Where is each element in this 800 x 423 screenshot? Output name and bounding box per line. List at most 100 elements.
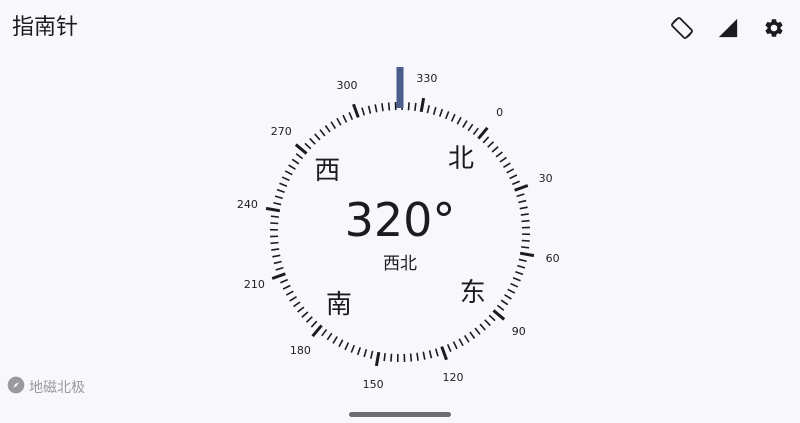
minor-tick — [518, 258, 527, 263]
minor-tick — [361, 107, 366, 116]
minor-tick — [390, 353, 393, 362]
major-tick — [374, 351, 381, 367]
minor-tick — [304, 142, 312, 150]
minor-tick — [383, 352, 386, 362]
minor-tick — [284, 170, 293, 176]
major-tick — [514, 184, 529, 192]
minor-tick — [332, 336, 338, 344]
minor-tick — [310, 320, 318, 328]
minor-tick — [521, 219, 530, 223]
minor-tick — [510, 282, 519, 288]
cardinal-south: 南 — [325, 289, 352, 320]
minor-tick — [297, 306, 305, 313]
minor-tick — [270, 222, 279, 225]
minor-tick — [342, 114, 348, 123]
minor-tick — [484, 319, 491, 327]
minor-tick — [511, 180, 520, 186]
minor-tick — [458, 338, 464, 347]
major-tick — [265, 206, 281, 213]
minor-tick — [321, 328, 328, 337]
minor-tick — [518, 199, 527, 204]
minor-tick — [428, 350, 433, 359]
minor-tick — [314, 133, 321, 141]
cardinal-west: 西 — [314, 155, 341, 186]
minor-tick — [474, 327, 481, 335]
degree-label: 330 — [416, 72, 438, 86]
minor-tick — [509, 174, 518, 180]
degree-label: 270 — [270, 125, 292, 139]
minor-tick — [338, 339, 344, 348]
major-tick — [294, 143, 308, 155]
major-tick — [419, 97, 426, 113]
degree-label: 180 — [289, 343, 311, 357]
minor-tick — [344, 342, 350, 351]
degree-label: 300 — [336, 79, 358, 93]
minor-tick — [452, 341, 458, 350]
degree-label: 210 — [243, 278, 265, 291]
minor-tick — [381, 103, 384, 112]
minor-tick — [512, 276, 521, 282]
minor-tick — [270, 241, 279, 245]
minor-tick — [288, 164, 296, 170]
minor-tick — [330, 121, 337, 129]
minor-tick — [414, 102, 417, 112]
minor-tick — [507, 288, 516, 294]
minor-tick — [444, 111, 450, 120]
major-tick — [311, 324, 323, 338]
minor-tick — [350, 344, 356, 353]
minor-tick — [285, 290, 294, 296]
minor-tick — [432, 106, 437, 115]
minor-tick — [495, 151, 503, 158]
minor-tick — [409, 353, 413, 362]
degree-label: 90 — [511, 324, 526, 338]
home-indicator-bar[interactable] — [349, 412, 451, 417]
minor-tick — [515, 270, 524, 276]
minor-tick — [438, 108, 444, 117]
minor-tick — [469, 331, 476, 339]
heading-value: 320° — [344, 193, 456, 247]
minor-tick — [387, 102, 391, 111]
degree-label: 150 — [362, 377, 384, 391]
minor-tick — [434, 348, 439, 357]
minor-tick — [456, 116, 462, 125]
minor-tick — [270, 215, 280, 218]
minor-tick — [272, 254, 281, 258]
minor-tick — [496, 304, 505, 311]
minor-tick — [506, 168, 515, 174]
minor-tick — [356, 347, 362, 356]
minor-tick — [467, 123, 474, 132]
minor-tick — [416, 352, 419, 361]
minor-tick — [517, 264, 526, 269]
minor-tick — [516, 193, 525, 198]
degree-label: 240 — [236, 198, 258, 212]
minor-tick — [491, 146, 499, 153]
minor-tick — [519, 206, 528, 210]
minor-tick — [275, 266, 284, 271]
minor-tick — [500, 299, 509, 306]
north-mode-toggle[interactable]: 地磁北极 — [6, 375, 85, 399]
heading-indicator — [396, 67, 404, 108]
minor-tick — [336, 117, 342, 126]
minor-tick — [293, 301, 301, 308]
minor-tick — [326, 332, 333, 341]
minor-tick — [520, 213, 529, 216]
minor-tick — [487, 141, 495, 148]
major-tick — [440, 346, 448, 361]
minor-tick — [369, 350, 374, 359]
cardinal-east: 东 — [459, 278, 486, 309]
minor-tick — [289, 295, 297, 302]
minor-tick — [273, 260, 282, 265]
minor-tick — [479, 323, 486, 331]
minor-tick — [407, 102, 410, 111]
minor-tick — [348, 112, 354, 121]
minor-tick — [324, 125, 331, 133]
minor-tick — [482, 136, 490, 144]
minor-tick — [472, 127, 479, 136]
minor-tick — [450, 113, 456, 122]
minor-tick — [367, 105, 372, 114]
minor-tick — [504, 294, 512, 300]
minor-tick — [295, 153, 304, 160]
major-tick — [477, 126, 489, 140]
minor-tick — [503, 162, 511, 169]
degree-label: 30 — [538, 171, 553, 185]
